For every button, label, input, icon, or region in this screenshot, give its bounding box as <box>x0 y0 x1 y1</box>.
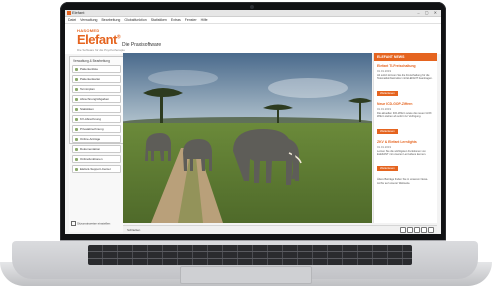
sidebar-item-label: Terminplan <box>80 87 95 91</box>
sidebar-item-label: Abrechnung/Abgaben <box>80 97 110 101</box>
trackpad <box>180 266 312 284</box>
keyboard <box>88 245 412 265</box>
menu-item[interactable]: Bearbeitung <box>101 18 120 22</box>
status-bar-buttons <box>399 227 434 234</box>
notes-icon <box>75 147 78 151</box>
sidebar-item-label: KV-Abrechnung <box>80 117 102 121</box>
calendar-icon <box>75 87 78 91</box>
window-titlebar: Elefant – ▢ ✕ <box>65 10 441 17</box>
news-text: Lernen Sie die wichtigsten Funktionen vo… <box>377 149 427 157</box>
sidebar-item-statistiken[interactable]: Statistiken <box>72 105 121 113</box>
read-more-button[interactable]: Weiterlesen <box>377 166 398 172</box>
page-title: Die Praxisoftware <box>122 42 162 48</box>
card-icon <box>75 77 78 81</box>
menu-item[interactable]: Hilfe <box>201 18 208 22</box>
news-item: Elefant TI-Freischaltung 01.01.2019 Ab s… <box>377 64 434 99</box>
sidebar-heading: Verwaltung & Bearbeitung <box>73 59 110 63</box>
sidebar-item-terminplan[interactable]: Terminplan <box>72 85 121 93</box>
menu-item[interactable]: Verwaltung <box>80 18 97 22</box>
news-archive-text: Ältere Beiträge finden Sie in unserem Ne… <box>377 178 429 185</box>
status-text: Schließen <box>127 228 141 232</box>
menu-item[interactable]: Extras <box>171 18 181 22</box>
sidebar: Verwaltung & Bearbeitung Patientenliste … <box>69 56 124 232</box>
window-controls[interactable]: – ▢ ✕ <box>417 10 439 16</box>
savanna-elephants-picture <box>123 53 372 223</box>
sidebar-item-support[interactable]: Elefant-Support-Center <box>72 165 121 173</box>
sidebar-item-label: Patientenliste <box>80 67 99 71</box>
info-icon[interactable] <box>414 227 420 233</box>
sidebar-footer-option[interactable]: Sitzunsinweise einstellen <box>71 221 110 226</box>
app-window: Elefant – ▢ ✕ Datei Verwaltung Bearbeitu… <box>65 10 441 234</box>
list-icon <box>75 67 78 71</box>
read-more-button[interactable]: Weiterlesen <box>377 128 398 134</box>
news-panel: ELEFANT NEWS Elefant TI-Freischaltung 01… <box>373 53 437 223</box>
sidebar-item-privatabrechnung[interactable]: Privatabrechnung <box>72 125 121 133</box>
sidebar-item-patientenkartei[interactable]: Patientenkartei <box>72 75 121 83</box>
logo-tagline: Die Software für die Psychotherapie <box>77 48 125 52</box>
news-title[interactable]: Elefant TI-Freischaltung <box>377 64 434 68</box>
app-icon <box>67 11 71 15</box>
sidebar-item-dokumentation[interactable]: Dokumentation <box>72 145 121 153</box>
news-item: ZKV & Elefant Lernlights 01.01.2019 Lern… <box>377 140 434 175</box>
news-title[interactable]: Neue ICD-GOP-Ziffern <box>377 102 434 106</box>
hero-image-elephants <box>123 53 372 223</box>
news-date: 01.01.2019 <box>377 106 391 111</box>
news-title[interactable]: ZKV & Elefant Lernlights <box>377 140 434 144</box>
menu-item[interactable]: Statistiken <box>151 18 167 22</box>
sidebar-item-label: Statistiken <box>80 107 94 111</box>
sidebar-item-onlinefunktionen[interactable]: Onlinefunktionen <box>72 155 121 163</box>
logo-wordmark: Elefant® <box>77 32 121 47</box>
sidebar-item-kv-abrechnung[interactable]: KV-Abrechnung <box>72 115 121 123</box>
sidebar-item-patientenliste[interactable]: Patientenliste <box>72 65 121 73</box>
menu-item[interactable]: Globalfunktion <box>124 18 146 22</box>
logo-mark: ® <box>116 34 121 41</box>
news-panel-header: ELEFANT NEWS <box>374 53 437 61</box>
invoice-icon <box>75 97 78 101</box>
news-date: 01.01.2019 <box>377 69 391 73</box>
news-text: Ab sofort können Sie die Freischaltung f… <box>377 74 433 81</box>
settings-icon[interactable] <box>421 227 427 233</box>
webcam <box>250 5 254 9</box>
sidebar-nav: Verwaltung & Bearbeitung Patientenliste … <box>69 56 124 173</box>
checkbox[interactable] <box>71 221 76 226</box>
menu-item[interactable]: Fenster <box>185 18 197 22</box>
news-text: Die aktuellen ICD-Ziffern sowie die neue… <box>377 111 433 119</box>
print-icon[interactable] <box>400 227 406 233</box>
sidebar-item-label: Dokumentation <box>80 147 101 151</box>
close-icon[interactable] <box>428 227 434 233</box>
logo-name: Elefant <box>77 32 117 47</box>
sidebar-footer-label: Sitzunsinweise einstellen <box>77 221 111 226</box>
help-icon[interactable] <box>407 227 413 233</box>
support-icon <box>75 167 78 171</box>
sidebar-item-label: Onlinefunktionen <box>80 157 103 161</box>
sidebar-item-label: Elefant-Support-Center <box>80 167 111 171</box>
sidebar-item-online-antraege[interactable]: Online-Anträge <box>72 135 121 143</box>
news-date: 01.01.2019 <box>377 144 391 149</box>
window-title: Elefant <box>72 10 85 15</box>
document-icon <box>75 117 78 121</box>
app-header: HASOMED Elefant® Die Software für die Ps… <box>65 24 441 54</box>
upload-icon <box>75 137 78 141</box>
news-item: Neue ICD-GOP-Ziffern 01.01.2019 Die aktu… <box>377 102 434 137</box>
document-icon <box>75 127 78 131</box>
sidebar-item-label: Online-Anträge <box>80 137 101 141</box>
menu-item[interactable]: Datei <box>68 18 76 22</box>
sidebar-item-label: Privatabrechnung <box>80 127 104 131</box>
globe-icon <box>75 157 78 161</box>
read-more-button[interactable]: Weiterlesen <box>377 90 398 96</box>
sidebar-item-label: Patientenkartei <box>80 77 101 81</box>
menu-bar: Datei Verwaltung Bearbeitung Globalfunkt… <box>65 17 441 24</box>
status-bar: Schließen <box>123 225 437 234</box>
sidebar-item-abrechnung[interactable]: Abrechnung/Abgaben <box>72 95 121 103</box>
chart-icon <box>75 107 78 111</box>
